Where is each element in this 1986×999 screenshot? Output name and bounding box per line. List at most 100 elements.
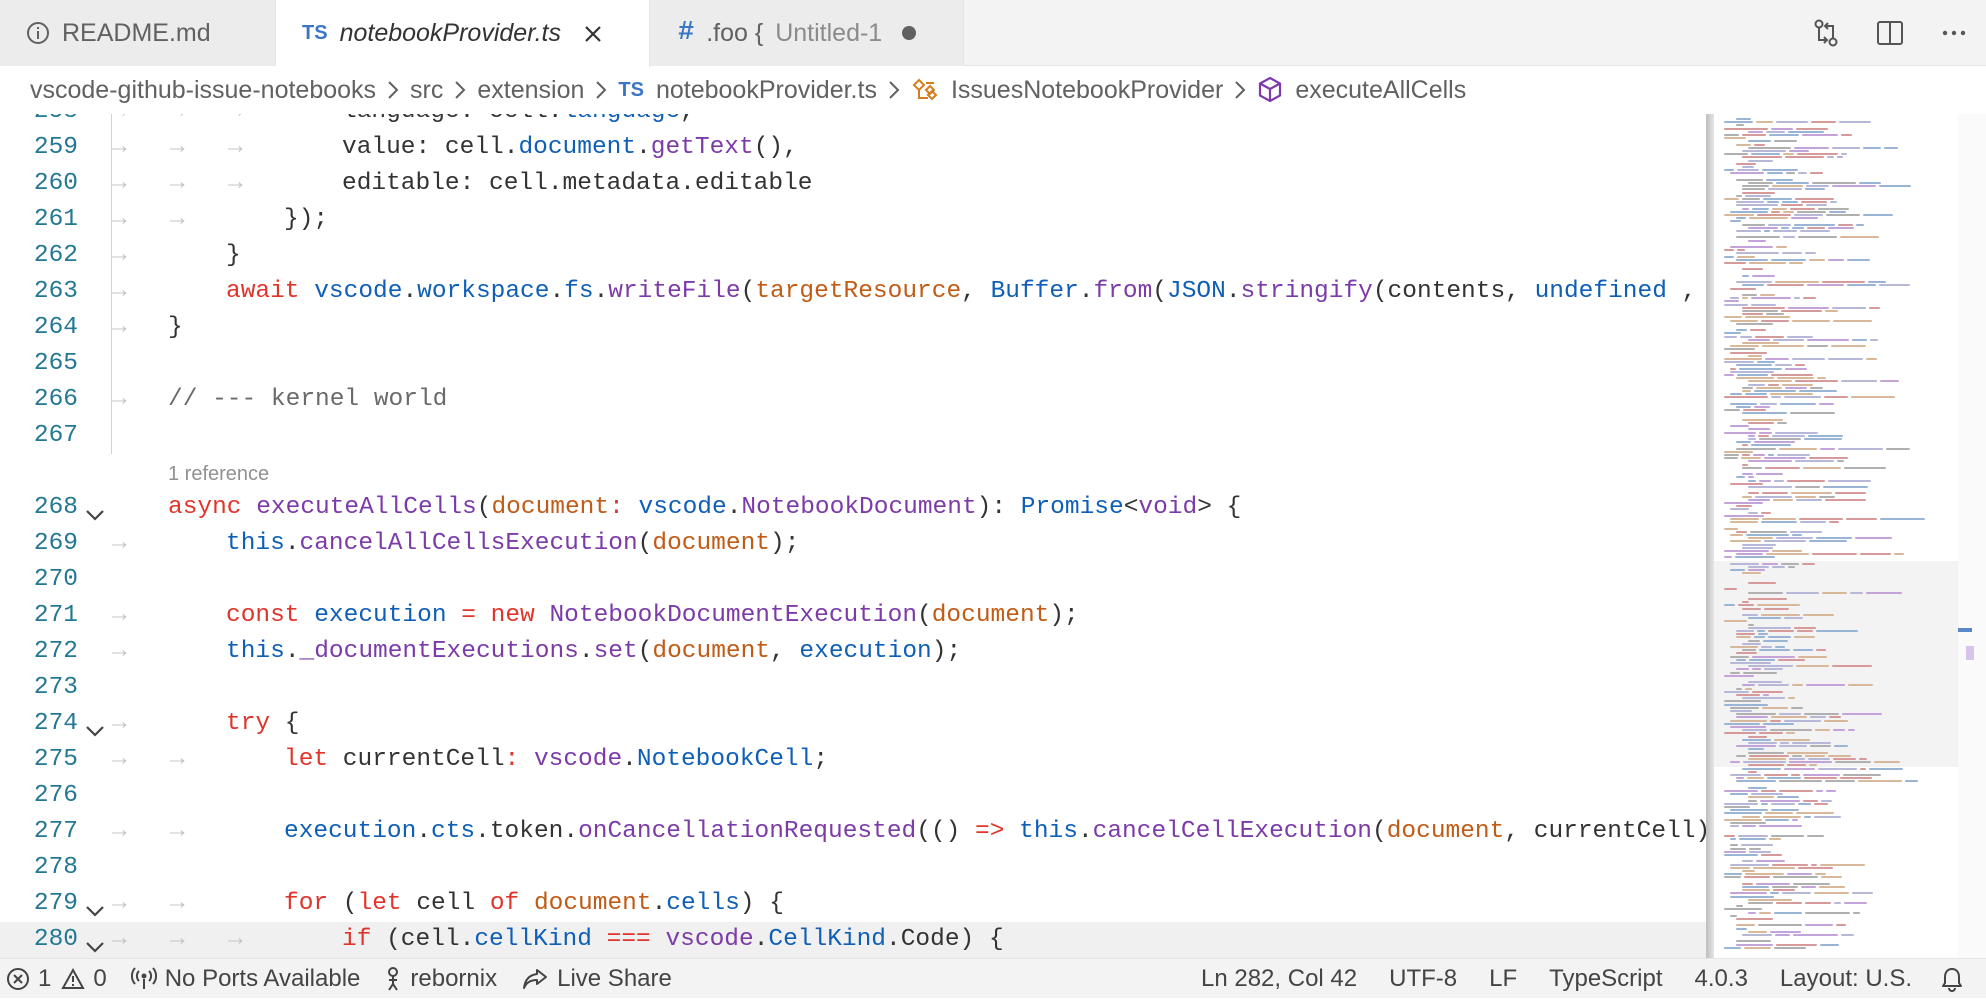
code-editor[interactable]: 258→→→language: cell.language,259→→→valu… [0, 114, 1986, 958]
minimap-code-line [1724, 255, 1734, 258]
minimap-code-line [1724, 348, 1755, 351]
close-icon[interactable] [583, 24, 603, 44]
minimap-code-line [1724, 818, 1762, 821]
code-line[interactable]: 261 → →}); [0, 202, 1710, 238]
minimap-code-line [1752, 207, 1769, 210]
minimap-code-line [1724, 134, 1739, 136]
minimap-code-line [1760, 402, 1777, 405]
cursor-position[interactable]: Ln 282, Col 42 [1185, 959, 1373, 999]
minimap-code-line [1863, 146, 1881, 149]
code-text: for (let cell of document.cells) { [284, 886, 784, 922]
live-share-button[interactable]: Live Share [509, 959, 684, 999]
vertical-scrollbar[interactable] [1958, 114, 1986, 958]
minimap-code-line [1775, 431, 1818, 434]
unsaved-dot-icon[interactable] [902, 26, 917, 40]
code-line[interactable]: 268 async executeAllCells(document: vscod… [0, 490, 1710, 526]
minimap-code-line [1775, 281, 1819, 284]
code-line[interactable]: 274 → try { [0, 706, 1710, 742]
code-line[interactable]: 275 → → let currentCell: vscode.NotebookCel… [0, 742, 1710, 778]
minimap-code-line [1771, 374, 1813, 376]
minimap-code-line [1807, 345, 1828, 348]
minimap-code-line [1730, 351, 1767, 354]
code-token: this [1019, 818, 1078, 845]
breadcrumb-item-workspace[interactable]: vscode-github-issue-notebooks [30, 76, 376, 105]
account-status[interactable]: rebornix [372, 959, 509, 999]
code-line[interactable]: 280 → → → if (cell.cellKind === vscode.CellK… [0, 922, 1710, 958]
code-line[interactable]: 269 → this.cancelAllCellsExecution(documen… [0, 526, 1710, 562]
minimap-code-line [1802, 562, 1815, 565]
code-line[interactable]: 260 → → → editable: cell.metadata.editable [0, 166, 1710, 202]
keyboard-layout[interactable]: Layout: U.S. [1764, 959, 1928, 999]
code-line[interactable]: 263 → await vscode.workspace.fs.writeFile(… [0, 274, 1770, 310]
breadcrumb-item-method[interactable]: executeAllCells [1257, 76, 1466, 105]
minimap-code-line [1799, 390, 1837, 392]
code-line[interactable]: 264 →} [0, 310, 1710, 346]
more-actions-icon[interactable] [1922, 0, 1986, 66]
encoding-selector[interactable]: UTF-8 [1373, 959, 1473, 999]
minimap-code-line [1730, 822, 1766, 824]
minimap-code-line [1756, 860, 1785, 863]
code-line[interactable]: 271 → const execution = new NotebookDocume… [0, 598, 1710, 634]
code-line[interactable]: 278 [0, 850, 1710, 886]
typescript-version[interactable]: 4.0.3 [1679, 959, 1764, 999]
code-line[interactable]: 272 → this._documentExecutions.set(documen… [0, 634, 1710, 670]
minimap-code-line [1736, 194, 1742, 197]
code-token: ( [637, 530, 653, 557]
minimap-code-line [1863, 214, 1893, 216]
minimap-code-line [1840, 777, 1872, 780]
minimap[interactable] [1714, 114, 1972, 958]
minimap-code-line [1784, 617, 1803, 620]
tab-notebook-provider[interactable]: TS notebookProvider.ts [276, 0, 650, 67]
code-token: this [226, 530, 285, 557]
method-icon [1257, 76, 1283, 104]
minimap-code-line [1742, 473, 1753, 476]
code-line[interactable]: 265 [0, 346, 1710, 382]
code-line[interactable]: 262 →} [0, 238, 1710, 274]
tab-readme[interactable]: README.md [0, 0, 276, 66]
minimap-code-line [1742, 156, 1782, 159]
minimap-code-line [1783, 210, 1794, 213]
indent-guide [111, 114, 112, 454]
problems-indicator[interactable]: 1 0 [0, 959, 119, 999]
minimap-code-line [1751, 444, 1791, 447]
code-line[interactable]: 270 [0, 562, 1710, 598]
minimap-code-line [1740, 335, 1752, 338]
split-editor-icon[interactable] [1858, 0, 1922, 66]
minimap-code-line [1832, 306, 1866, 309]
minimap-code-line [1798, 802, 1811, 805]
breadcrumb-item-class[interactable]: IssuesNotebookProvider [911, 76, 1223, 105]
minimap-code-line [1736, 143, 1751, 146]
minimap-code-line [1742, 134, 1766, 136]
code-line[interactable]: 279 → → for (let cell of document.cells) { [0, 886, 1710, 922]
minimap-code-line [1724, 335, 1737, 338]
code-token: NotebookDocument [741, 494, 977, 521]
code-line[interactable]: 276 [0, 778, 1710, 814]
code-line[interactable]: 258→→→language: cell.language, [0, 114, 1710, 130]
minimap-code-line [1759, 825, 1802, 828]
breadcrumb-item-src[interactable]: src [410, 76, 443, 105]
tab-untitled-1[interactable]: # .foo { Untitled-1 [650, 0, 964, 66]
code-line[interactable]: 266 → // --- kernel world [0, 382, 1710, 418]
code-line[interactable]: 277 → → execution.cts.token.onCancellationR… [0, 814, 1740, 850]
eol-selector[interactable]: LF [1473, 959, 1533, 999]
compare-changes-icon[interactable] [1794, 0, 1858, 66]
codelens-references[interactable]: 1 reference [168, 460, 269, 488]
code-token: language [342, 114, 460, 125]
minimap-code-line [1730, 844, 1738, 847]
code-line[interactable]: 267 [0, 418, 1710, 454]
minimap-code-line [1724, 127, 1768, 130]
minimap-code-line [1742, 729, 1767, 732]
minimap-code-line [1742, 454, 1750, 456]
minimap-code-line [1751, 793, 1783, 796]
code-line[interactable]: 259 → → → value: cell.document.getText(), [0, 130, 1710, 166]
ports-status[interactable]: No Ports Available [119, 959, 373, 999]
breadcrumb-item-extension[interactable]: extension [477, 76, 584, 105]
language-mode[interactable]: TypeScript [1533, 959, 1678, 999]
breadcrumb-item-file[interactable]: TS notebookProvider.ts [618, 76, 877, 105]
minimap-code-line [1742, 463, 1748, 466]
code-token: execution [284, 818, 417, 845]
code-line[interactable]: 273 [0, 670, 1710, 706]
fold-chevron-icon[interactable] [84, 932, 106, 958]
bell-icon[interactable] [1928, 959, 1986, 999]
minimap-code-line [1794, 297, 1800, 300]
